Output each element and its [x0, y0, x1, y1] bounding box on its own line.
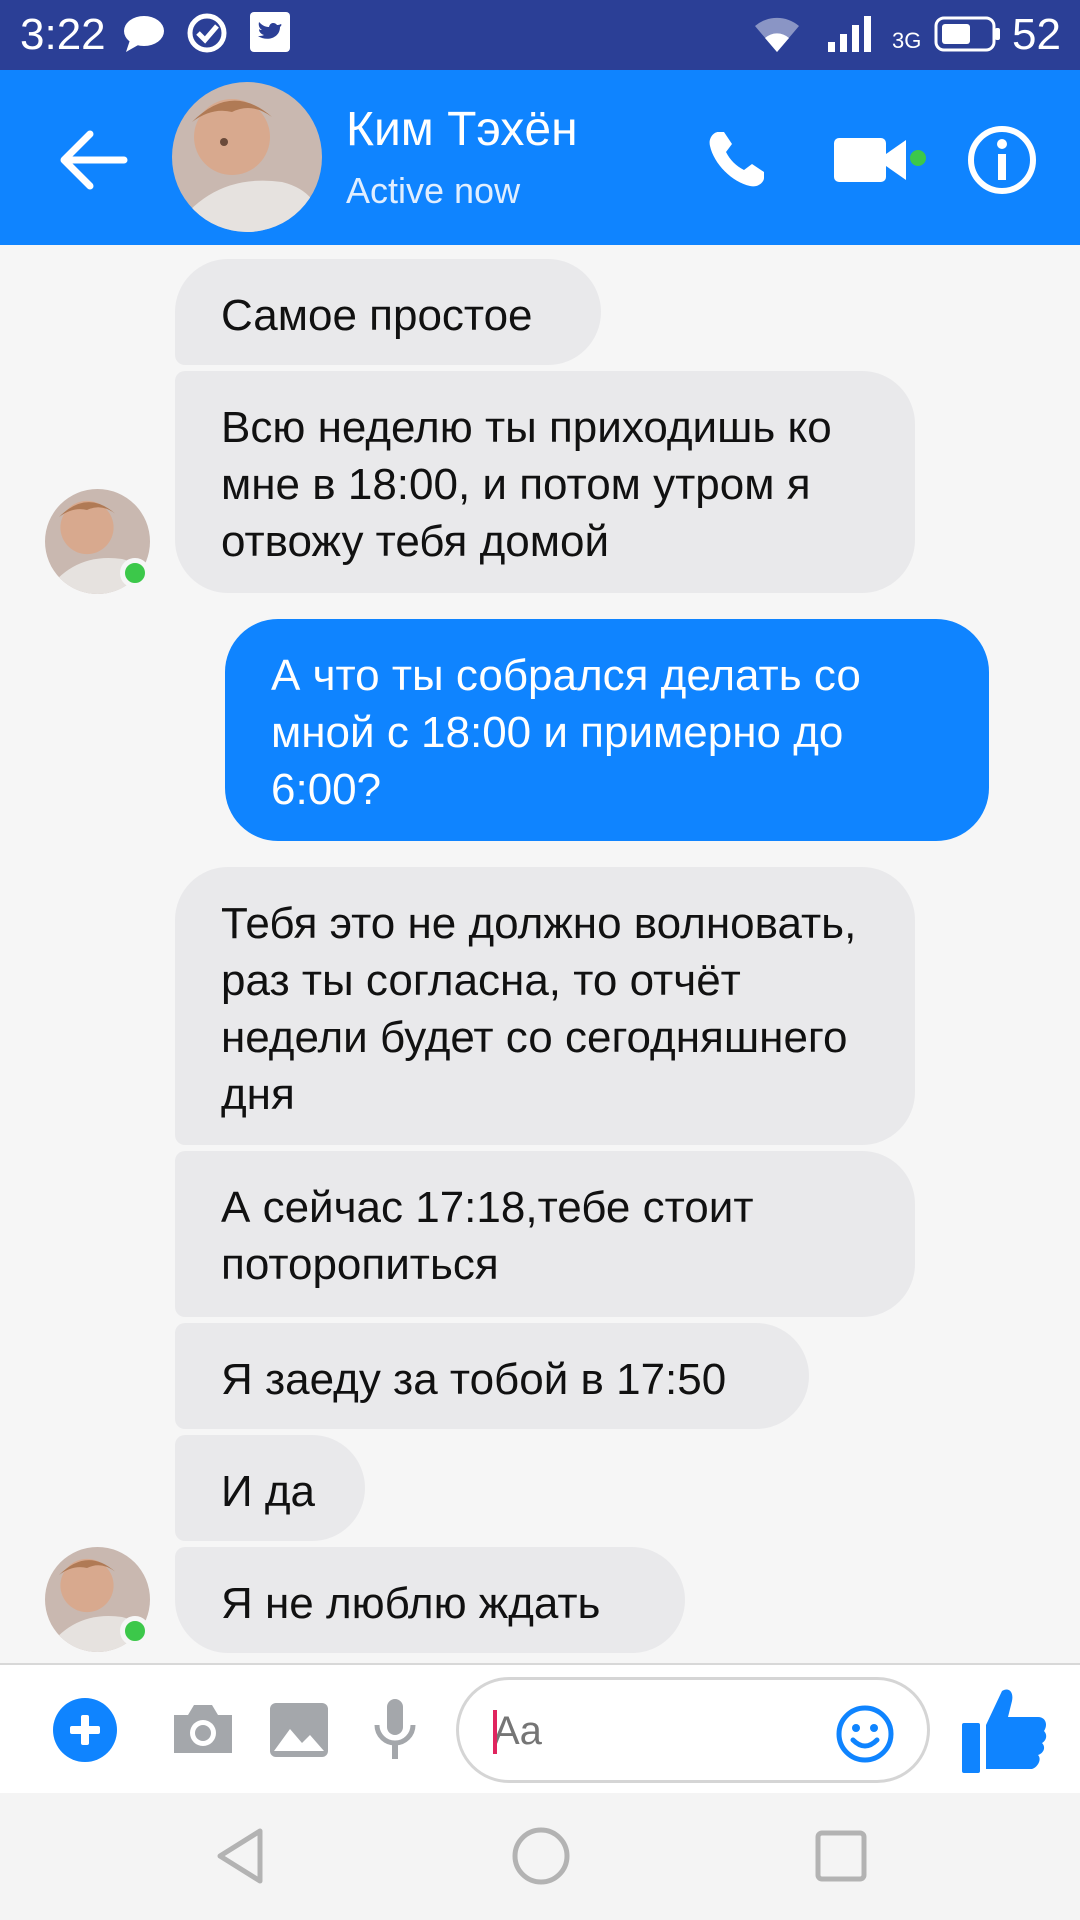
camera-icon[interactable] — [168, 1695, 238, 1765]
message-thread[interactable]: Самое простое Всю неделю ты приходишь ко… — [0, 245, 1080, 1663]
back-triangle-icon[interactable] — [208, 1823, 274, 1889]
message-text: Всю неделю ты приходишь ко мне в 18:00, … — [221, 403, 832, 566]
outgoing-message[interactable]: А что ты собрался делать со мной с 18:00… — [225, 619, 989, 841]
home-circle-icon[interactable] — [508, 1823, 574, 1889]
incoming-message[interactable]: А сейчас 17:18,тебе стоит поторопиться — [175, 1151, 915, 1317]
contact-avatar[interactable] — [172, 82, 322, 232]
avatar-photo-icon — [172, 82, 322, 232]
android-nav-bar — [0, 1793, 1080, 1920]
message-text: Я не люблю ждать — [221, 1579, 601, 1628]
incoming-message[interactable]: Самое простое — [175, 259, 601, 365]
recents-square-icon[interactable] — [808, 1823, 874, 1889]
message-input-field[interactable] — [456, 1677, 930, 1783]
plus-icon[interactable] — [50, 1695, 120, 1765]
contact-active-status: Active now — [346, 170, 521, 211]
incoming-message[interactable]: Я не люблю ждать — [175, 1547, 685, 1653]
network-type: 3G — [892, 28, 922, 53]
phone-call-icon[interactable] — [696, 120, 776, 200]
emoji-icon[interactable] — [835, 1704, 895, 1764]
message-composer — [0, 1663, 1080, 1793]
thumbs-up-icon[interactable] — [958, 1683, 1048, 1778]
twitter-icon — [250, 12, 290, 52]
battery-level: 52 — [1012, 10, 1061, 59]
incoming-message[interactable]: Я заеду за тобой в 17:50 — [175, 1323, 809, 1429]
microphone-icon[interactable] — [360, 1695, 430, 1765]
message-text: Самое простое — [221, 291, 533, 340]
wifi-icon — [755, 17, 799, 52]
info-icon[interactable] — [962, 120, 1042, 200]
status-time: 3:22 — [20, 10, 106, 59]
conversation-header: Ким Тэхён Active now — [0, 70, 1080, 245]
battery-icon — [934, 16, 1000, 52]
video-call-icon[interactable] — [830, 120, 926, 200]
gallery-icon[interactable] — [264, 1695, 334, 1765]
signal-icon — [828, 16, 871, 52]
online-indicator — [120, 558, 150, 588]
message-text: Я заеду за тобой в 17:50 — [221, 1355, 727, 1404]
online-indicator — [120, 1616, 150, 1646]
contact-name: Ким Тэхён — [346, 103, 578, 156]
text-caret — [493, 1710, 497, 1754]
message-text: И да — [221, 1467, 315, 1516]
message-text: А сейчас 17:18,тебе стоит поторопиться — [221, 1183, 754, 1289]
back-arrow-icon[interactable] — [52, 120, 132, 200]
check-circle-icon — [187, 13, 227, 53]
message-notification-icon — [124, 16, 164, 52]
status-bar: 3:22 3G 52 — [0, 0, 1080, 70]
message-text: А что ты собрался делать со мной с 18:00… — [271, 651, 861, 814]
message-text: Тебя это не должно волновать, раз ты сог… — [221, 899, 857, 1119]
message-input[interactable] — [493, 1702, 853, 1760]
incoming-message[interactable]: Тебя это не должно волновать, раз ты сог… — [175, 867, 915, 1145]
incoming-message[interactable]: И да — [175, 1435, 365, 1541]
incoming-message[interactable]: Всю неделю ты приходишь ко мне в 18:00, … — [175, 371, 915, 593]
